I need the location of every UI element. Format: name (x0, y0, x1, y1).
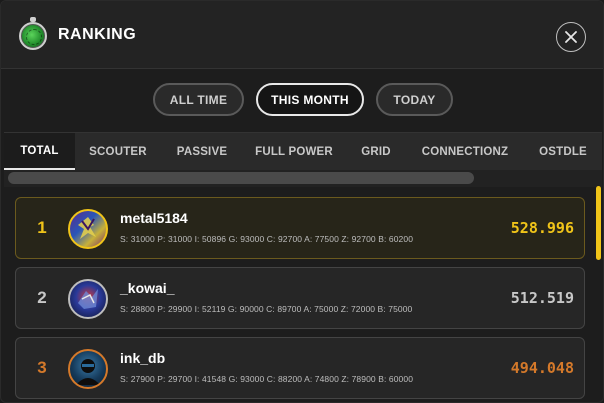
avatar-image (76, 359, 100, 385)
player-name: _kowai_ (120, 280, 175, 296)
tab-connectionz[interactable]: CONNECTIONZ (412, 133, 518, 171)
horizontal-scrollbar[interactable] (4, 170, 602, 187)
filter-all-time-button[interactable]: ALL TIME (153, 83, 244, 116)
player-score: 494.048 (510, 359, 574, 377)
player-name: ink_db (120, 350, 166, 366)
radar-icon (19, 17, 47, 50)
player-score: 528.996 (510, 219, 574, 237)
filter-today-button[interactable]: TODAY (376, 83, 453, 116)
filter-this-month-button[interactable]: THIS MONTH (256, 83, 364, 116)
player-stats: S: 28800 P: 29900 I: 52119 G: 90000 C: 8… (120, 304, 413, 314)
avatar (68, 349, 108, 389)
ranking-row[interactable]: 1 metal5184 S: 31000 P: 31000 I: 50896 G… (15, 197, 585, 259)
avatar (68, 209, 108, 249)
rank-number: 3 (37, 358, 47, 377)
ranking-row[interactable]: 2 _kowai_ S: 28800 P: 29900 I: 52119 G: … (15, 267, 585, 329)
rank-number: 1 (37, 218, 47, 237)
tab-full-power[interactable]: FULL POWER (248, 133, 340, 171)
rank-number: 2 (37, 288, 47, 307)
avatar-image (78, 217, 96, 239)
player-score: 512.519 (510, 289, 574, 307)
close-icon (565, 31, 577, 43)
player-stats: S: 27900 P: 29700 I: 41548 G: 93000 C: 8… (120, 374, 414, 384)
player-name: metal5184 (120, 210, 188, 226)
tab-passive[interactable]: PASSIVE (166, 133, 238, 171)
vertical-scrollbar-thumb[interactable] (596, 186, 601, 260)
player-stats: S: 31000 P: 31000 I: 50896 G: 93000 C: 9… (120, 234, 414, 244)
tab-grid[interactable]: GRID (350, 133, 402, 171)
avatar (68, 279, 108, 319)
close-button[interactable] (556, 22, 586, 52)
category-tabs: TOTAL SCOUTER PASSIVE FULL POWER GRID CO… (4, 132, 602, 171)
avatar-image (78, 289, 98, 309)
ranking-row[interactable]: 3 ink_db S: 27900 P: 29700 I: 41548 G: 9… (15, 337, 585, 399)
horizontal-scrollbar-thumb[interactable] (8, 172, 474, 184)
page-title: RANKING (58, 26, 137, 43)
header: RANKING (1, 1, 603, 69)
tab-total[interactable]: TOTAL (4, 133, 75, 171)
tab-scouter[interactable]: SCOUTER (80, 133, 156, 171)
ranking-panel: RANKING ALL TIME THIS MONTH TODAY TOTAL … (0, 0, 604, 403)
tab-ostdle[interactable]: OSTDLE (528, 133, 598, 171)
